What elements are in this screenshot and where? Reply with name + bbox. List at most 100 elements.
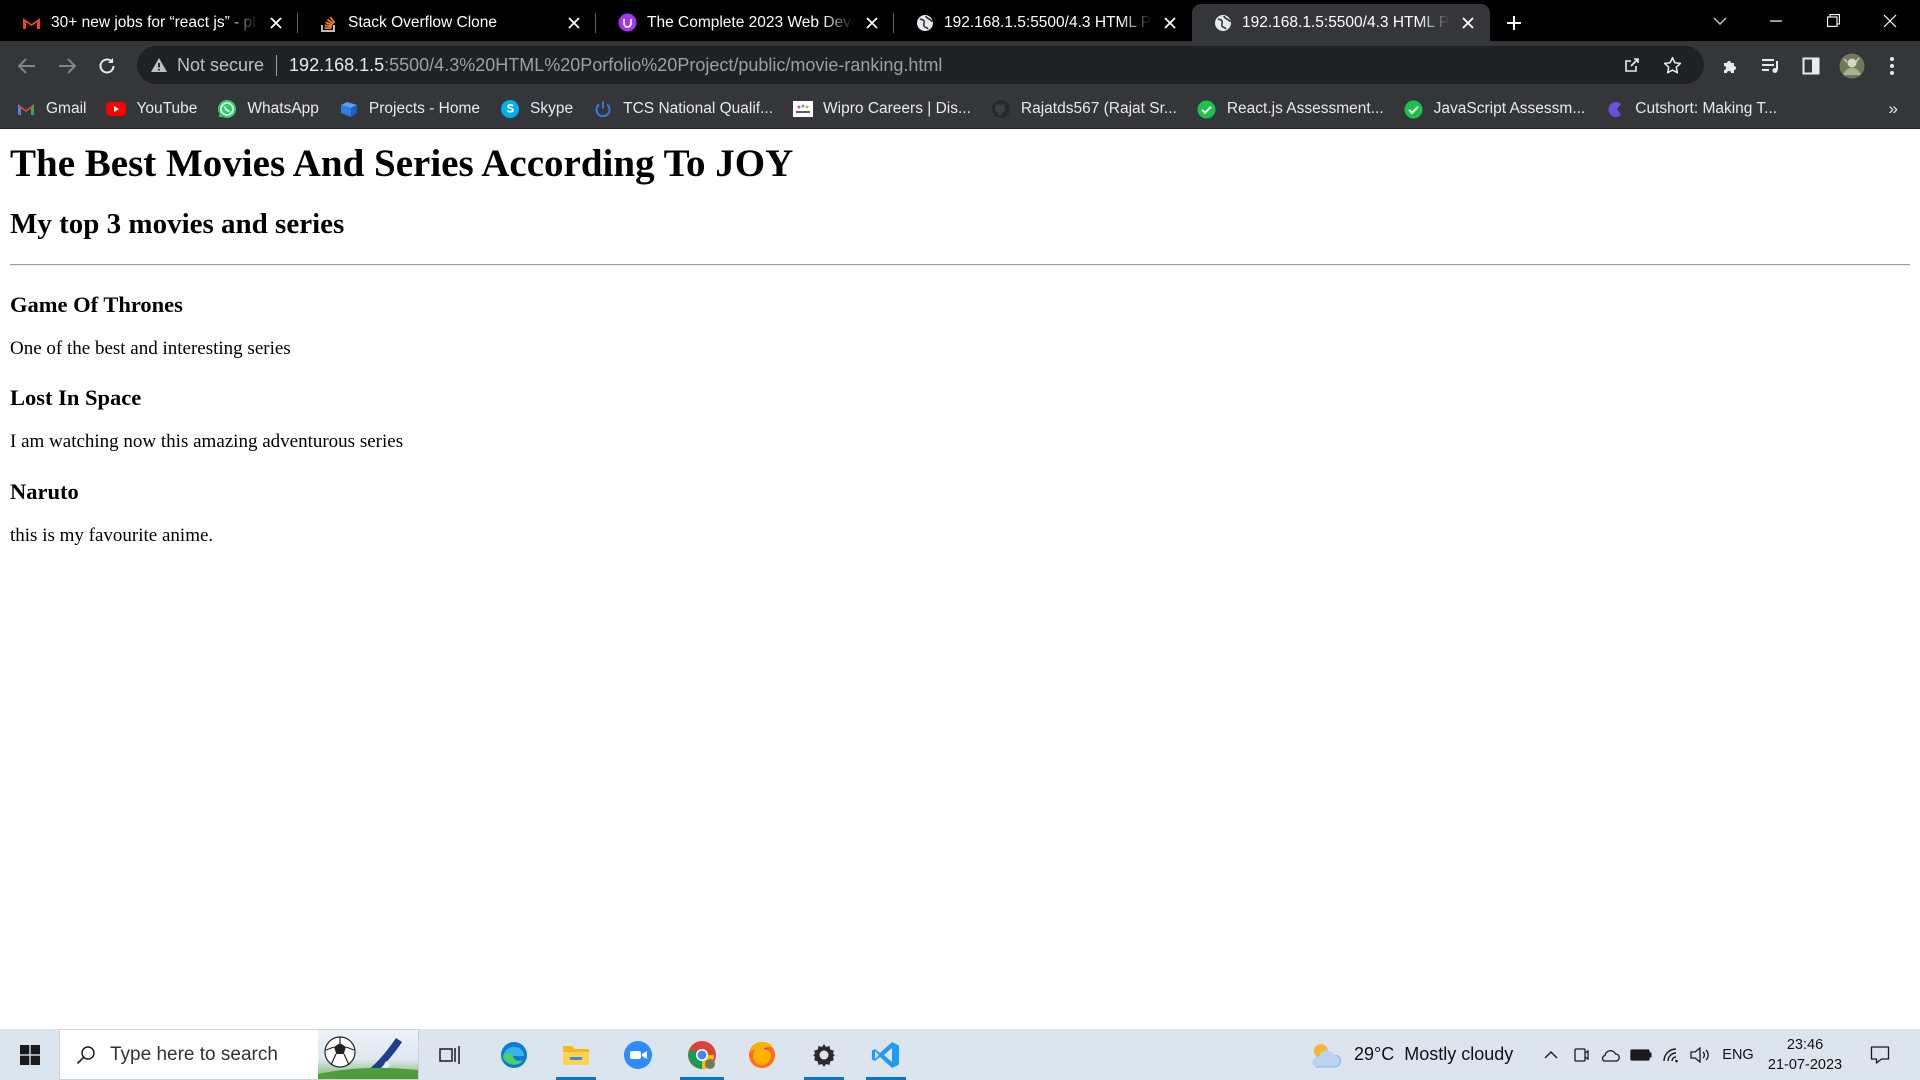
youtube-icon (106, 99, 127, 119)
whatsapp-icon (217, 99, 237, 119)
search-highlight-image[interactable] (318, 1030, 418, 1079)
tab-search-button[interactable] (1692, 0, 1748, 41)
address-bar[interactable]: Not secure 192.168.1.5:5500/4.3%20HTML%2… (137, 46, 1704, 84)
extensions-button[interactable] (1715, 50, 1747, 82)
taskbar-clock[interactable]: 23:46 21-07-2023 (1760, 1035, 1850, 1075)
profile-button[interactable] (1836, 50, 1868, 82)
movie-title: Game Of Thrones (10, 291, 183, 317)
url-text[interactable]: 192.168.1.5:5500/4.3%20HTML%20Porfolio%2… (289, 55, 942, 76)
taskbar-settings[interactable] (798, 1029, 850, 1080)
tab-stackoverflow-clone[interactable]: Stack Overflow Clone (298, 4, 596, 41)
onedrive-button[interactable] (1598, 1029, 1622, 1080)
wipro-icon (793, 99, 814, 119)
movie-title: Lost In Space (10, 385, 142, 411)
close-tab-icon[interactable] (1160, 13, 1180, 33)
volume-button[interactable] (1688, 1029, 1714, 1080)
tab-gmail-jobs[interactable]: 30+ new jobs for “react js” - pbis (0, 4, 298, 41)
taskbar-vscode[interactable] (860, 1029, 912, 1080)
restore-button[interactable] (1805, 0, 1861, 41)
bookmark-gmail[interactable]: Gmail (16, 99, 86, 119)
bookmark-label: Skype (530, 100, 574, 117)
bookmark-label: Projects - Home (368, 100, 481, 117)
weather-temperature: 29°C (1354, 1044, 1395, 1064)
bookmark-youtube[interactable]: YouTube (106, 99, 197, 119)
minimize-button[interactable] (1748, 0, 1804, 41)
movie-entry: Lost In Space I am watching now this ama… (10, 384, 1910, 454)
back-button[interactable] (11, 50, 43, 82)
show-hidden-icons-button[interactable] (1540, 1029, 1562, 1080)
bookmark-label: Cutshort: Making T... (1635, 100, 1778, 117)
device-icon (1573, 1047, 1589, 1063)
url-host: 192.168.1.5 (289, 54, 385, 75)
input-language-indicator[interactable]: ENG (1718, 1029, 1758, 1080)
start-button[interactable] (0, 1029, 59, 1080)
task-view-button[interactable] (424, 1029, 476, 1080)
wifi-icon (1662, 1047, 1682, 1063)
weather-condition: Mostly cloudy (1404, 1044, 1514, 1064)
forward-button[interactable] (51, 50, 83, 82)
bookmark-tcs-national-qualifier[interactable]: TCS National Qualif... (593, 99, 773, 119)
gmail-icon (22, 15, 41, 30)
taskbar-edge[interactable] (488, 1029, 540, 1080)
bookmark-javascript-assessment[interactable]: JavaScript Assessm... (1404, 99, 1585, 119)
task-view-icon (439, 1045, 461, 1065)
bookmark-star-button[interactable] (1657, 50, 1687, 80)
browser-menu-button[interactable] (1876, 50, 1908, 82)
github-icon (991, 99, 1011, 119)
bookmark-wipro-careers[interactable]: Wipro Careers | Dis... (793, 99, 971, 119)
battery-button[interactable] (1628, 1029, 1654, 1080)
close-tab-icon[interactable] (266, 13, 286, 33)
close-tab-icon[interactable] (1458, 13, 1478, 33)
meet-now-button[interactable] (1570, 1029, 1592, 1080)
power-icon (593, 99, 613, 119)
search-icon (76, 1045, 96, 1065)
share-button[interactable] (1617, 50, 1647, 80)
taskbar-chrome[interactable] (674, 1029, 730, 1080)
udemy-icon (618, 13, 637, 32)
taskbar-zoom[interactable] (612, 1029, 664, 1080)
tab-portfolio-project-active[interactable]: 192.168.1.5:5500/4.3 HTML Porfo (1192, 4, 1490, 41)
bookmark-projects-home[interactable]: Projects - Home (339, 99, 480, 119)
cloudy-weather-icon (1308, 1040, 1342, 1070)
url-path: :5500/4.3%20HTML%20Porfolio%20Project/pu… (384, 54, 943, 75)
taskbar-search-box[interactable]: Type here to search (59, 1029, 419, 1080)
bookmarks-overflow-button[interactable]: » (1889, 99, 1898, 119)
close-tab-icon[interactable] (862, 13, 882, 33)
vscode-icon (871, 1040, 901, 1070)
reload-button[interactable] (91, 50, 123, 82)
globe-icon (916, 14, 934, 32)
bookmark-label: React.js Assessment... (1226, 100, 1384, 117)
notifications-button[interactable] (1860, 1029, 1900, 1080)
bookmark-label: TCS National Qualif... (623, 100, 774, 117)
new-tab-button[interactable] (1494, 4, 1534, 41)
taskbar-firefox[interactable] (736, 1029, 788, 1080)
movie-description: I am watching now this amazing adventuro… (10, 431, 404, 453)
weather-widget[interactable]: 29°C Mostly cloudy (1308, 1029, 1513, 1080)
movie-description: One of the best and interesting series (10, 337, 291, 359)
more-vertical-icon (1889, 56, 1895, 76)
tab-portfolio-project[interactable]: 192.168.1.5:5500/4.3 HTML Porfo (894, 4, 1192, 41)
bookmark-reactjs-assessment[interactable]: React.js Assessment... (1197, 99, 1384, 119)
close-window-button[interactable] (1862, 0, 1918, 41)
plus-icon (1506, 15, 1522, 31)
side-panel-button[interactable] (1795, 50, 1827, 82)
warning-icon[interactable] (150, 57, 168, 73)
clock-time: 23:46 (1786, 1037, 1824, 1053)
tab-web-development-course[interactable]: The Complete 2023 Web Develop (596, 4, 894, 41)
bookmark-cutshort[interactable]: Cutshort: Making T... (1605, 99, 1777, 119)
close-tab-icon[interactable] (564, 13, 584, 33)
taskbar-file-explorer[interactable] (550, 1029, 602, 1080)
chevron-up-icon (1544, 1050, 1558, 1059)
bookmark-github-rajatds567[interactable]: Rajatds567 (Rajat Sr... (991, 99, 1177, 119)
bookmark-skype[interactable]: Skype (500, 99, 573, 119)
movie-description: this is my favourite anime. (10, 525, 214, 547)
folder-icon (562, 1043, 590, 1067)
bookmark-whatsapp[interactable]: WhatsApp (217, 99, 319, 119)
taskbar: Type here to search 29°C Mostly cloudy E… (0, 1029, 1920, 1080)
puzzle-icon (1722, 57, 1740, 75)
security-label[interactable]: Not secure (177, 55, 264, 76)
network-button[interactable] (1660, 1029, 1684, 1080)
avatar (1839, 53, 1865, 79)
notification-icon (1870, 1045, 1890, 1065)
media-controls-button[interactable] (1755, 50, 1787, 82)
